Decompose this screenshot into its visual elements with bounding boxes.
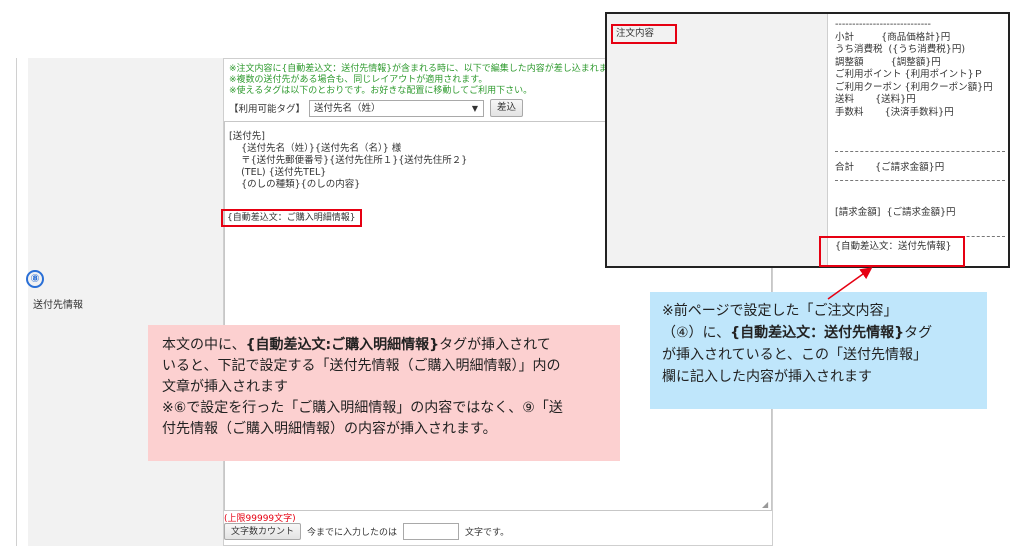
callout-blue: ※前ページで設定した「ご注文内容」 （④）に、{自動差込文：送付先情報}タグ が… [650, 292, 987, 409]
divider [835, 151, 1005, 152]
char-count-button[interactable]: 文字数カウント [224, 522, 302, 540]
callout-line: 本文の中に、{自動差込文:ご購入明細情報}タグが挿入されて [162, 335, 606, 356]
callout-text: （④）に、 [662, 325, 731, 341]
chevron-down-icon: ▼ [471, 103, 479, 113]
note-line: ※使えるタグは以下のとおりです。お好きな配置に移動してご利用下さい。 [229, 86, 533, 96]
callout-bold-tag: {自動差込文：送付先情報} [730, 325, 905, 341]
tag-select[interactable]: 送付先名（姓） ▼ [309, 99, 485, 117]
tag-label: 【利用可能タグ】 [229, 104, 306, 115]
resize-grip-icon[interactable]: ◢ [762, 500, 768, 509]
field-label-shipping-info: 送付先情報 [33, 300, 83, 311]
insert-button[interactable]: 差込 [490, 99, 524, 117]
step-number-badge: ⑧ [26, 270, 44, 288]
tag-row: 【利用可能タグ】 送付先名（姓） ▼ 差込 [229, 98, 524, 118]
divider [835, 180, 1005, 181]
order-summary-lines: ---------------------------- 小計 {商品価格計}円… [835, 19, 993, 118]
callout-line: 欄に記入した内容が挿入されます [662, 369, 872, 385]
usage-notes: ※注文内容に{自動差込文：送付先情報}が含まれる時に、以下で編集した内容が差し込… [229, 64, 617, 97]
body-text-content: [送付先] {送付先名（姓）}{送付先名（名）} 様 〒{送付先郵便番号}{送付… [229, 131, 468, 190]
callout-text: 本文の中に、 [162, 337, 246, 353]
tag-select-value: 送付先名（姓） [314, 102, 381, 114]
callout-pink: 本文の中に、{自動差込文:ご購入明細情報}タグが挿入されて いると、下記で設定す… [148, 325, 620, 461]
note-line: ※注文内容に{自動差込文：送付先情報}が含まれる時に、以下で編集した内容が差し込… [229, 64, 617, 74]
char-count-prefix: 今までに入力したのは [307, 527, 398, 538]
char-count-suffix: 文字です。 [465, 527, 510, 538]
order-content-panel: 注文内容 ---------------------------- 小計 {商品… [605, 12, 1010, 268]
callout-line: ※⑥で設定を行った「ご購入明細情報」の内容ではなく、⑨「送 [162, 400, 563, 416]
callout-text: タグ [904, 325, 933, 341]
callout-line: 付先情報（ご購入明細情報）の内容が挿入されます。 [162, 421, 497, 437]
order-billing-line: [請求金額] {ご請求金額}円 [835, 207, 956, 218]
outer-left-rule [16, 58, 17, 546]
callout-line: （④）に、{自動差込文：送付先情報}タグ [662, 322, 975, 344]
char-count-row: 文字数カウント 今までに入力したのは 文字です。 [224, 521, 509, 541]
callout-line: いると、下記で設定する「送付先情報（ご購入明細情報）」内の [162, 358, 561, 374]
auto-tag-highlight-box [819, 236, 965, 267]
char-count-field[interactable] [403, 522, 460, 540]
order-label-column [607, 14, 828, 266]
callout-bold-tag: {自動差込文:ご購入明細情報} [245, 337, 440, 353]
order-total-line: 合計 {ご請求金額}円 [835, 162, 945, 173]
auto-tag-purchase-details: {自動差込文：ご購入明細情報} [221, 209, 362, 227]
order-content-label: 注文内容 [611, 24, 677, 44]
callout-line: ※前ページで設定した「ご注文内容」 [662, 303, 898, 319]
callout-line: 文章が挿入されます [162, 379, 288, 395]
callout-text: タグが挿入されて [439, 337, 551, 353]
note-line: ※複数の送付先がある場合も、同じレイアウトが適用されます。 [229, 75, 488, 85]
callout-line: が挿入されていると、この「送付先情報」 [662, 347, 928, 363]
